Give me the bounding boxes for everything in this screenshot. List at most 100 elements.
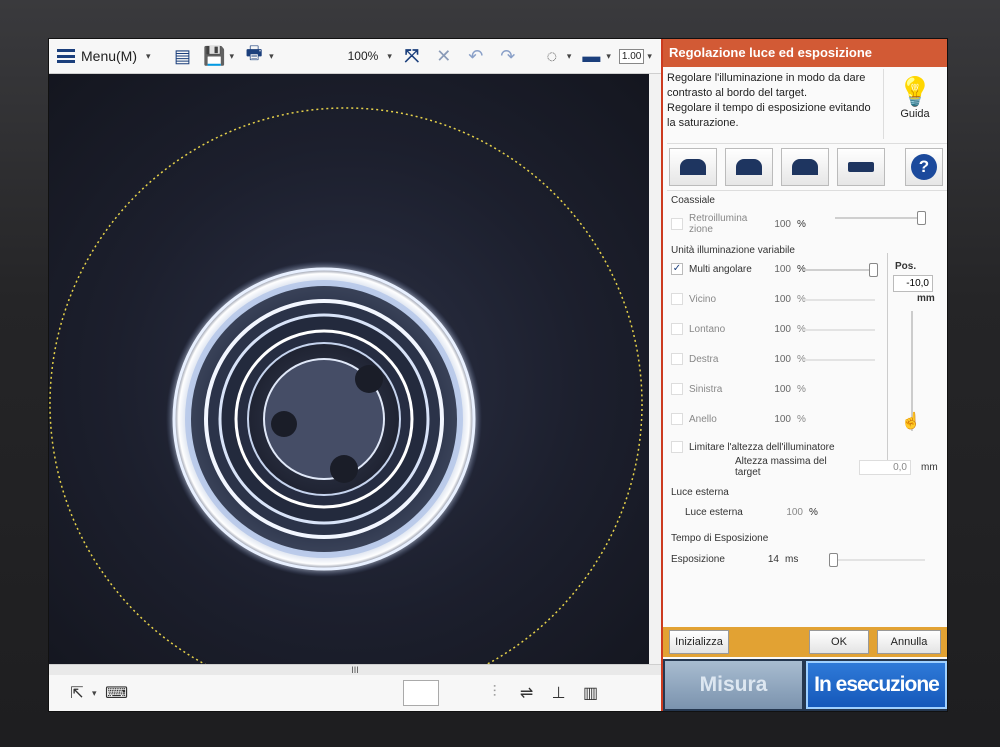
- limit-checkbox[interactable]: [671, 441, 683, 453]
- edge-tool-button[interactable]: ⇌: [511, 678, 543, 708]
- light-mode-icon: [792, 159, 818, 175]
- pos-field[interactable]: -10,0: [893, 275, 933, 292]
- mode-coaxial-button[interactable]: [669, 148, 717, 186]
- barcode-icon: ▥: [582, 685, 599, 702]
- light-row-near: Vicino 100 %: [671, 291, 817, 307]
- guide-button[interactable]: 💡 Guida: [883, 69, 946, 139]
- external-unit: %: [809, 506, 818, 518]
- cursor-arrow-icon: ⇱: [70, 685, 84, 702]
- zoom-selector[interactable]: 100% ▾: [338, 41, 396, 71]
- light-label: Anello: [689, 413, 717, 425]
- pattern-tool-button[interactable]: ▥: [575, 678, 607, 708]
- instruction-line: Regolare l'illuminazione in modo da dare: [667, 72, 866, 84]
- light-row-left: Sinistra 100 %: [671, 381, 817, 397]
- multi-checkbox[interactable]: ✓: [671, 263, 683, 275]
- chevron-down-icon: ▾: [647, 50, 652, 61]
- max-height-field[interactable]: 0,0: [859, 459, 911, 475]
- question-icon: ?: [911, 154, 937, 180]
- light-value: 100: [774, 323, 791, 335]
- print-button[interactable]: 🖶 ▾: [238, 41, 278, 71]
- light-value: 100: [774, 413, 791, 425]
- align-tool-button[interactable]: ⫶: [479, 678, 511, 708]
- coaxial-checkbox[interactable]: [671, 218, 683, 230]
- external-row: Luce esterna 100 %: [685, 504, 829, 520]
- coaxial-unit: %: [797, 218, 806, 230]
- light-mode-icon: [680, 159, 706, 175]
- chevron-down-icon: ▾: [269, 50, 274, 61]
- limit-label: Limitare l'altezza dell'illuminatore: [689, 441, 835, 453]
- coaxial-label: Retroillumina zione: [689, 213, 759, 235]
- near-checkbox[interactable]: [671, 293, 683, 305]
- redo-icon: ↷: [500, 45, 516, 66]
- instruction-line: Regolare il tempo di esposizione evitand…: [667, 102, 871, 114]
- help-button[interactable]: ?: [905, 148, 943, 186]
- external-value: 100: [786, 506, 803, 518]
- ratio-button[interactable]: 1.00 ▾: [615, 41, 656, 71]
- redo-button[interactable]: ↷: [492, 41, 524, 71]
- delete-button[interactable]: ✕: [428, 41, 460, 71]
- max-height-unit: mm: [921, 461, 938, 473]
- pointer-tool-button[interactable]: ⇱ ▾: [61, 678, 101, 708]
- light-row-ring: Anello 100 %: [671, 411, 817, 427]
- instructions: Regolare l'illuminazione in modo da dare…: [667, 71, 877, 131]
- max-height-value: 0,0: [893, 461, 907, 473]
- far-checkbox[interactable]: [671, 323, 683, 335]
- light-value: 100: [774, 383, 791, 395]
- camera-view[interactable]: [49, 74, 649, 664]
- target-select-button[interactable]: ◌ ▾: [536, 41, 576, 71]
- left-checkbox[interactable]: [671, 383, 683, 395]
- lighting-panel: Regolazione luce ed esposizione Regolare…: [661, 39, 947, 711]
- preview-box[interactable]: [402, 680, 439, 706]
- slider-thumb[interactable]: [829, 553, 838, 567]
- panel-footer: Inizializza OK Annulla: [663, 627, 947, 657]
- camera-image: [49, 107, 643, 664]
- right-checkbox[interactable]: [671, 353, 683, 365]
- edge-icon: ⇌: [519, 685, 534, 702]
- undo-icon: ↶: [468, 45, 484, 66]
- slider-thumb[interactable]: [917, 211, 926, 225]
- lighting-modes: ?: [667, 143, 947, 191]
- height-tool-button[interactable]: ⊥: [543, 678, 575, 708]
- exposure-row: Esposizione 14 ms: [671, 551, 805, 567]
- save-button[interactable]: 💾 ▾: [199, 41, 239, 71]
- display-mode-button[interactable]: ▬ ▾: [575, 41, 615, 71]
- variable-section-label: Unità illuminazione variabile: [671, 245, 795, 256]
- far-slider[interactable]: [805, 329, 875, 331]
- max-height-row: Altezza massima del target 0,0 mm: [735, 456, 938, 478]
- auto-fit-button[interactable]: ⤧: [396, 41, 428, 71]
- right-slider[interactable]: [805, 359, 875, 361]
- measure-button[interactable]: Misura: [665, 661, 802, 709]
- light-label: Lontano: [689, 323, 726, 335]
- program-button[interactable]: ▤: [167, 41, 199, 71]
- horizontal-scrollbar[interactable]: III: [49, 664, 661, 675]
- save-icon: 💾: [203, 45, 226, 66]
- instruction-line: contrasto al bordo del target.: [667, 87, 808, 99]
- pos-divider: [887, 253, 888, 469]
- undo-button[interactable]: ↶: [460, 41, 492, 71]
- running-button[interactable]: In esecuzione: [806, 661, 947, 709]
- exposure-slider[interactable]: [829, 553, 925, 567]
- mode-back-button[interactable]: [837, 148, 885, 186]
- mode-ring-button[interactable]: [725, 148, 773, 186]
- multi-slider[interactable]: [805, 263, 878, 277]
- exposure-value: 14: [767, 553, 779, 565]
- coaxial-slider[interactable]: [835, 211, 926, 225]
- mode-angle-button[interactable]: [781, 148, 829, 186]
- display-bar-icon: ▬: [582, 45, 601, 66]
- lightbulb-icon: 💡: [897, 76, 933, 107]
- keyboard-button[interactable]: ⌨: [101, 678, 133, 708]
- chevron-down-icon: ▾: [146, 50, 151, 61]
- light-row-multi: ✓ Multi angolare 100 %: [671, 261, 817, 277]
- menu-button[interactable]: Menu(M) ▾: [49, 41, 155, 71]
- near-slider[interactable]: [805, 299, 875, 301]
- light-label: Vicino: [689, 293, 717, 305]
- limit-row: Limitare l'altezza dell'illuminatore: [671, 439, 835, 455]
- initialize-button[interactable]: Inizializza: [669, 630, 729, 654]
- ok-button[interactable]: OK: [809, 630, 869, 654]
- guide-label: Guida: [900, 108, 930, 120]
- cancel-button[interactable]: Annulla: [877, 630, 941, 654]
- align-icon: ⫶: [492, 684, 497, 701]
- ring-checkbox[interactable]: [671, 413, 683, 425]
- light-row-right: Destra 100 %: [671, 351, 817, 367]
- slider-thumb[interactable]: [869, 263, 878, 277]
